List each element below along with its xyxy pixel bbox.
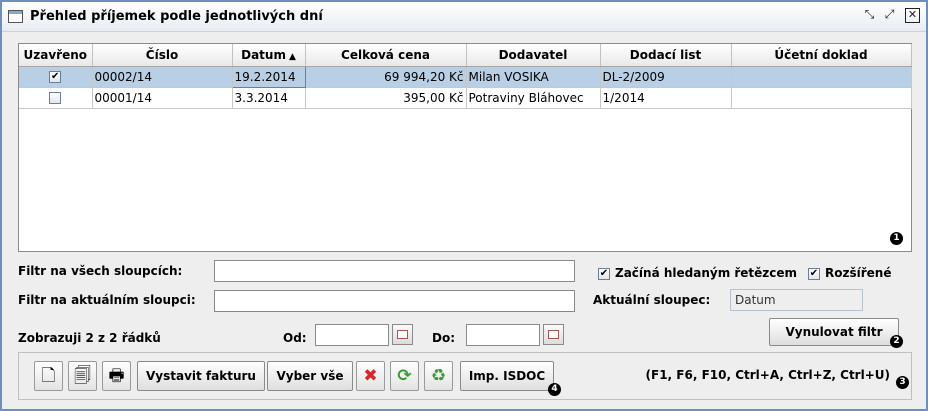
closed-cell[interactable]	[19, 87, 93, 109]
import-isdoc-button[interactable]: Imp. ISDOC	[460, 361, 554, 391]
calendar-icon	[397, 330, 408, 339]
starts-with-label: Začíná hledaným řetězcem	[615, 266, 798, 280]
starts-with-checkbox[interactable]: ✔ Začíná hledaným řetězcem	[598, 266, 797, 280]
table-row[interactable]: 00001/14 3.3.2014 395,00 Kč Potraviny Bl…	[19, 87, 912, 109]
starts-with-checkbox-box[interactable]: ✔	[598, 267, 610, 280]
column-header-date[interactable]: Datum ▲	[232, 44, 306, 67]
callout-badge-3: 3	[896, 376, 909, 389]
date-from-input[interactable]	[315, 324, 389, 346]
closed-cell[interactable]: ✔	[19, 66, 93, 88]
title-bar[interactable]: Přehled příjemek podle jednotlivých dní …	[2, 2, 926, 32]
date-from-picker-button[interactable]	[392, 324, 413, 345]
date-cell[interactable]: 19.2.2014	[231, 65, 306, 88]
filter-current-column-label: Filtr na aktuálním sloupci:	[18, 293, 196, 307]
column-header-date-label: Datum	[241, 47, 286, 62]
column-header-delivery-note[interactable]: Dodací list	[600, 44, 732, 67]
window-icon	[8, 10, 23, 23]
current-column-caption: Aktuální sloupec:	[593, 293, 711, 307]
table-row[interactable]: ✔ 00002/14 19.2.2014 69 994,20 Kč Milan …	[19, 65, 912, 88]
copy-document-icon[interactable]: 🗐	[68, 361, 97, 391]
print-preview-icon[interactable]: 🖶	[102, 361, 131, 391]
closed-checkbox[interactable]	[49, 92, 62, 104]
date-to-input[interactable]	[466, 324, 540, 346]
filter-all-columns-label: Filtr na všech sloupcích:	[18, 264, 183, 278]
column-header-accounting-doc[interactable]: Účetní doklad	[731, 44, 912, 67]
column-header-supplier[interactable]: Dodavatel	[466, 44, 601, 67]
row-count-text: Zobrazuji 2 z 2 řádků	[18, 331, 161, 345]
total-price-cell[interactable]: 395,00 Kč	[305, 87, 467, 109]
recycle-bin-icon[interactable]: ♻	[424, 361, 453, 391]
callout-badge-4: 4	[548, 383, 561, 396]
issue-invoice-button[interactable]: Vystavit fakturu	[137, 361, 265, 391]
delivery-note-cell[interactable]: DL-2/2009	[600, 66, 732, 88]
date-to-label: Do:	[432, 331, 456, 345]
new-document-icon[interactable]: 🗋	[34, 361, 63, 391]
calendar-icon	[548, 330, 559, 339]
number-cell[interactable]: 00001/14	[92, 87, 233, 109]
date-from-label: Od:	[283, 331, 307, 345]
number-cell[interactable]: 00002/14	[92, 66, 233, 88]
column-header-number[interactable]: Číslo	[92, 44, 233, 67]
callout-badge-1: 1	[890, 232, 903, 245]
delete-icon[interactable]: ✖	[356, 361, 385, 391]
current-column-value: Datum	[730, 289, 863, 311]
extended-checkbox[interactable]: ✔ Rozšířené	[808, 266, 891, 280]
closed-checkbox[interactable]: ✔	[49, 71, 62, 83]
column-header-total-price[interactable]: Celková cena	[305, 44, 467, 67]
maximize-icon[interactable]: ⤢	[882, 8, 897, 23]
table-header-row: Uzavřeno Číslo Datum ▲ Celková cena Dodav…	[19, 44, 912, 67]
date-to-picker-button[interactable]	[543, 324, 564, 345]
receipts-table[interactable]: Uzavřeno Číslo Datum ▲ Celková cena Dodav…	[18, 43, 912, 252]
sort-ascending-icon: ▲	[288, 51, 296, 62]
keyboard-shortcuts-hint: (F1, F6, F10, Ctrl+A, Ctrl+Z, Ctrl+U)	[645, 368, 890, 382]
date-cell[interactable]: 3.3.2014	[232, 87, 306, 109]
window-title: Přehled příjemek podle jednotlivých dní	[30, 9, 323, 24]
filter-current-column-input[interactable]	[214, 290, 575, 312]
accounting-doc-cell[interactable]	[731, 87, 912, 109]
callout-badge-2: 2	[890, 335, 903, 348]
supplier-cell[interactable]: Potraviny Bláhovec	[466, 87, 601, 109]
column-header-closed[interactable]: Uzavřeno	[19, 44, 93, 67]
refresh-icon[interactable]: ⟳	[390, 361, 419, 391]
reset-filter-button[interactable]: Vynulovat filtr	[769, 318, 899, 346]
close-icon[interactable]: ✕	[905, 8, 920, 23]
minimize-icon[interactable]: ⤡	[862, 8, 877, 23]
filter-all-columns-input[interactable]	[214, 260, 575, 282]
extended-label: Rozšířené	[825, 266, 892, 280]
supplier-cell[interactable]: Milan VOSIKA	[466, 66, 601, 88]
select-all-button[interactable]: Vyber vše	[267, 361, 353, 391]
extended-checkbox-box[interactable]: ✔	[808, 267, 820, 280]
window: Přehled příjemek podle jednotlivých dní …	[0, 0, 928, 411]
delivery-note-cell[interactable]: 1/2014	[600, 87, 732, 109]
accounting-doc-cell[interactable]	[731, 66, 912, 88]
total-price-cell[interactable]: 69 994,20 Kč	[305, 66, 467, 88]
